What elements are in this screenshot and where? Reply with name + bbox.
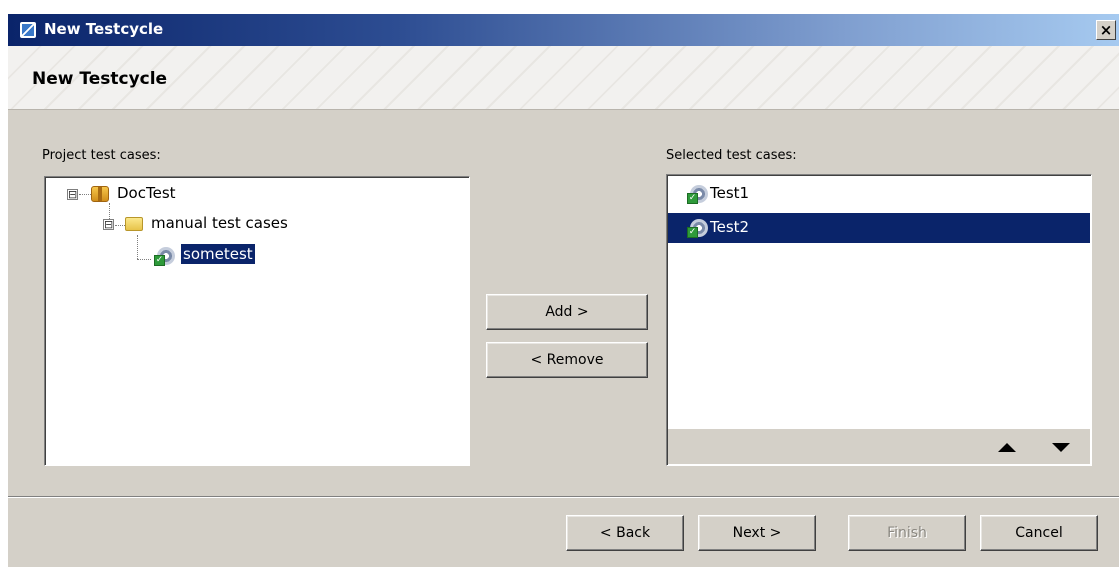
remove-button[interactable]: < Remove xyxy=(486,342,648,378)
close-button[interactable]: × xyxy=(1096,20,1116,40)
move-up-icon[interactable] xyxy=(998,443,1016,452)
project-test-cases-tree[interactable]: ⊟ DocTest ⊟ manual test cases ✓ sometest xyxy=(44,176,470,466)
tree-node-label: sometest xyxy=(181,244,255,264)
collapse-icon[interactable]: ⊟ xyxy=(103,219,114,230)
next-button[interactable]: Next > xyxy=(698,515,816,551)
test-case-icon: ✓ xyxy=(154,247,175,266)
tree-node-doctest[interactable]: ⊟ DocTest xyxy=(45,181,465,207)
add-button[interactable]: Add > xyxy=(486,294,648,330)
tree-node-manual-test-cases[interactable]: ⊟ manual test cases xyxy=(45,211,465,237)
wizard-header: New Testcycle xyxy=(8,46,1119,110)
tree-node-label: DocTest xyxy=(117,184,176,202)
finish-button[interactable]: Finish xyxy=(848,515,966,551)
list-item-label: Test1 xyxy=(710,184,750,202)
test-case-icon: ✓ xyxy=(687,185,708,204)
app-icon xyxy=(20,22,36,38)
tree-node-label: manual test cases xyxy=(151,214,288,232)
list-order-toolbar xyxy=(668,428,1090,464)
collapse-icon[interactable]: ⊟ xyxy=(67,189,78,200)
list-item-test2[interactable]: ✓ Test2 xyxy=(668,213,1090,243)
check-icon: ✓ xyxy=(154,255,165,266)
title-bar[interactable]: New Testcycle × xyxy=(8,14,1119,46)
check-icon: ✓ xyxy=(687,227,698,238)
page-title: New Testcycle xyxy=(32,69,168,89)
tree-node-sometest[interactable]: ✓ sometest xyxy=(45,243,465,269)
cancel-button[interactable]: Cancel xyxy=(980,515,1098,551)
package-icon xyxy=(91,186,109,202)
selected-test-cases-label: Selected test cases: xyxy=(666,148,797,163)
move-down-icon[interactable] xyxy=(1052,443,1070,452)
list-item-label: Test2 xyxy=(710,218,750,236)
folder-icon xyxy=(125,217,143,231)
close-icon: × xyxy=(1099,21,1113,39)
check-icon: ✓ xyxy=(687,193,698,204)
footer-separator xyxy=(8,496,1119,498)
project-test-cases-label: Project test cases: xyxy=(42,148,161,163)
test-case-icon: ✓ xyxy=(687,219,708,238)
new-testcycle-dialog: New Testcycle × New Testcycle Project te… xyxy=(8,14,1119,567)
selected-test-cases-list[interactable]: ✓ Test1 ✓ Test2 xyxy=(666,174,1092,466)
list-item-test1[interactable]: ✓ Test1 xyxy=(668,179,1090,209)
window-title: New Testcycle xyxy=(44,20,164,38)
back-button[interactable]: < Back xyxy=(566,515,684,551)
